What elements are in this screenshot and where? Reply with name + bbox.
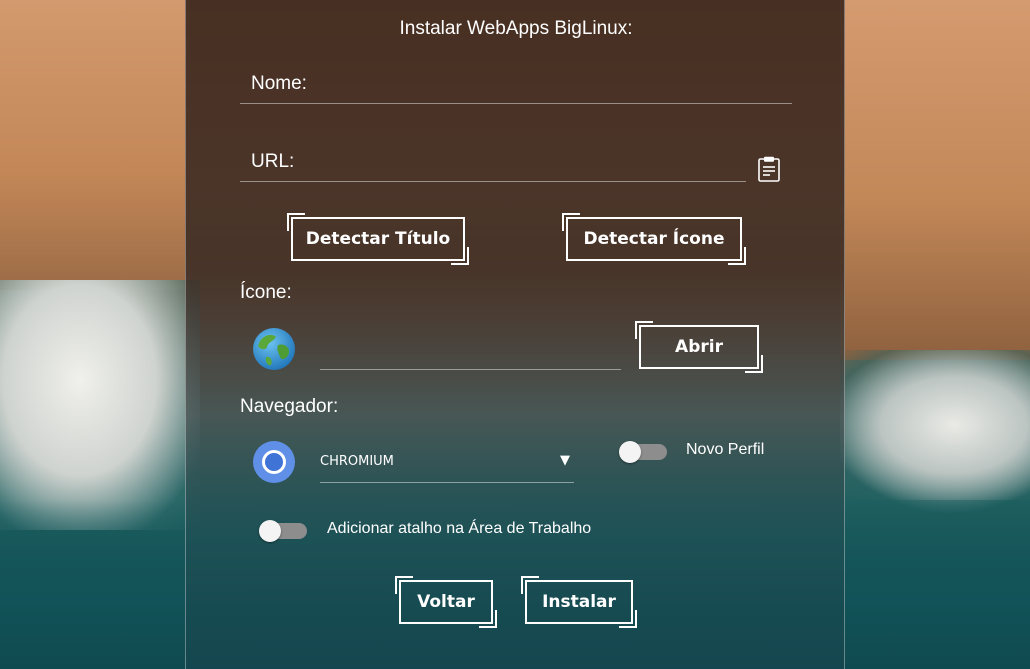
desktop-shortcut-toggle-knob xyxy=(259,520,281,542)
globe-icon xyxy=(252,327,296,371)
icon-path-container xyxy=(320,336,621,370)
url-field-container xyxy=(240,142,746,182)
detect-title-button[interactable]: Detectar Título xyxy=(287,213,469,265)
browser-select-value: CHROMIUM xyxy=(320,454,394,469)
icon-path-input[interactable] xyxy=(320,336,621,369)
background-sand-right xyxy=(840,0,1030,360)
desktop-shortcut-label: Adicionar atalho na Área de Trabalho xyxy=(327,520,592,537)
dialog-title: Instalar WebApps BigLinux: xyxy=(399,18,633,39)
background-sand-left xyxy=(0,0,190,290)
new-profile-toggle-knob xyxy=(619,441,641,463)
icon-label: Ícone: xyxy=(240,282,292,303)
background-foam-left xyxy=(0,280,200,530)
open-icon-button[interactable]: Abrir xyxy=(635,321,763,373)
back-button[interactable]: Voltar xyxy=(395,576,497,628)
detect-icon-button[interactable]: Detectar Ícone xyxy=(562,213,746,265)
background-foam-right xyxy=(840,350,1030,500)
url-input[interactable] xyxy=(240,142,746,181)
name-field-container xyxy=(240,64,792,104)
webapp-install-dialog: Instalar WebApps BigLinux: Detectar Títu… xyxy=(185,0,845,669)
chromium-icon xyxy=(252,440,296,484)
name-input[interactable] xyxy=(240,64,792,103)
browser-select[interactable]: CHROMIUM ▼ xyxy=(320,447,574,483)
install-button[interactable]: Instalar xyxy=(521,576,637,628)
desktop-shortcut-toggle[interactable] xyxy=(259,520,307,542)
clipboard-icon[interactable] xyxy=(758,156,780,182)
dropdown-arrow-icon: ▼ xyxy=(560,453,570,468)
new-profile-toggle[interactable] xyxy=(619,441,667,463)
browser-label: Navegador: xyxy=(240,396,339,417)
new-profile-label: Novo Perfil xyxy=(686,441,765,458)
